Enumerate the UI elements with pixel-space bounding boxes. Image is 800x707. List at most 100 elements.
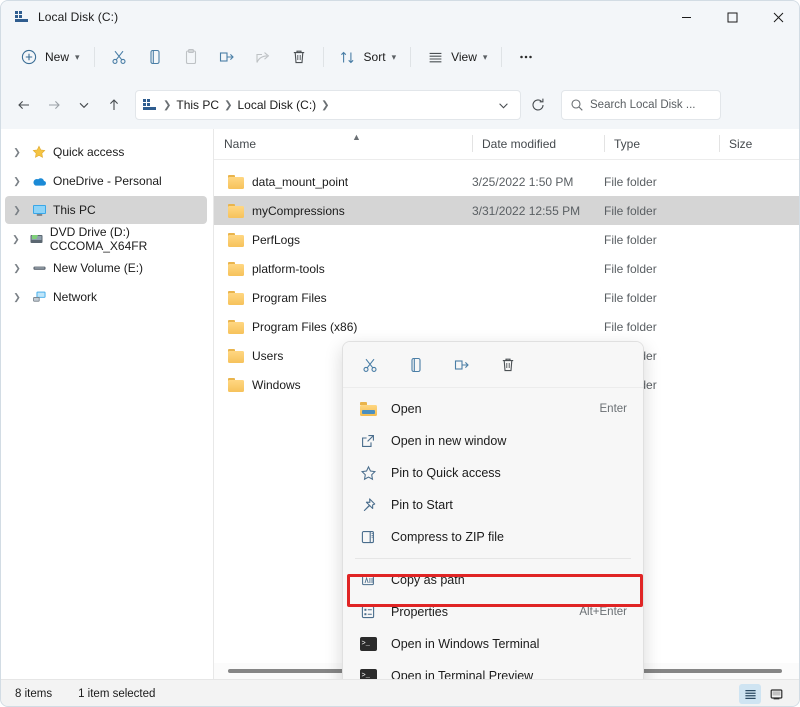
- column-header-name[interactable]: Name ▲: [214, 129, 472, 159]
- previous-locations-button[interactable]: [492, 93, 514, 117]
- table-row[interactable]: Program Files (x86) File folder: [214, 312, 799, 341]
- sort-icon: [338, 47, 358, 67]
- table-row[interactable]: platform-tools File folder: [214, 254, 799, 283]
- menu-item-accelerator: Alt+Enter: [579, 606, 627, 618]
- chevron-right-icon[interactable]: ❯: [9, 260, 25, 276]
- folder-icon: [228, 232, 244, 247]
- rename-button[interactable]: [209, 41, 245, 73]
- copy-button[interactable]: [137, 41, 173, 73]
- column-header-date-modified[interactable]: Date modified: [472, 129, 604, 159]
- chevron-right-icon[interactable]: ❯: [9, 173, 25, 189]
- file-name-cell: PerfLogs: [214, 232, 472, 247]
- pin-icon: [359, 496, 377, 514]
- file-type-cell: File folder: [604, 174, 657, 189]
- column-header-type[interactable]: Type: [604, 129, 719, 159]
- chevron-right-icon[interactable]: ❯: [9, 289, 25, 305]
- see-more-button[interactable]: [508, 41, 544, 73]
- folder-icon: [228, 203, 244, 218]
- star-outline-icon: [359, 464, 377, 482]
- context-delete-button[interactable]: [493, 350, 523, 380]
- new-button[interactable]: New ▾: [11, 41, 88, 73]
- sidebar-item-onedrive[interactable]: ❯ OneDrive - Personal: [5, 167, 207, 195]
- forward-button[interactable]: [39, 90, 69, 120]
- trash-icon: [289, 47, 309, 67]
- paste-button[interactable]: [173, 41, 209, 73]
- file-name-cell: platform-tools: [214, 261, 472, 276]
- menu-item-open[interactable]: Open Enter: [347, 393, 639, 425]
- cloud-icon: [31, 173, 47, 189]
- search-input[interactable]: Search Local Disk ...: [590, 99, 695, 111]
- status-bar: 8 items 1 item selected: [1, 679, 799, 706]
- status-selection: 1 item selected: [78, 688, 156, 700]
- sidebar-item-label: New Volume (E:): [53, 261, 144, 275]
- view-button[interactable]: View ▾: [417, 41, 495, 73]
- menu-item-open-in-new-window[interactable]: Open in new window: [347, 425, 639, 457]
- sidebar-item-dvd-drive[interactable]: ❯ DVD Drive (D:) CCCOMA_X64FR: [5, 225, 207, 253]
- column-header-label: Date modified: [482, 137, 557, 151]
- file-explorer-window: Local Disk (C:) New ▾ Sort ▾ View ▾ ❯ Th…: [0, 0, 800, 707]
- sidebar-item-network[interactable]: ❯ Network: [5, 283, 207, 311]
- folder-icon: [228, 319, 244, 334]
- star-icon: [31, 144, 47, 160]
- back-button[interactable]: [9, 90, 39, 120]
- chevron-down-icon: ▾: [75, 51, 80, 62]
- context-copy-button[interactable]: [401, 350, 431, 380]
- menu-item-label: Open: [391, 402, 422, 416]
- minimize-button[interactable]: [663, 1, 709, 33]
- refresh-button[interactable]: [523, 90, 553, 120]
- recent-locations-button[interactable]: [69, 90, 99, 120]
- table-row[interactable]: myCompressions 3/31/2022 12:55 PM File f…: [214, 196, 799, 225]
- table-row[interactable]: PerfLogs File folder: [214, 225, 799, 254]
- view-button-label: View: [451, 50, 477, 64]
- details-view-toggle[interactable]: [739, 684, 761, 704]
- table-row[interactable]: Program Files File folder: [214, 283, 799, 312]
- delete-button[interactable]: [281, 41, 317, 73]
- context-menu-items: Open Enter Open in new window Pin to Qui…: [343, 388, 643, 706]
- column-header-label: Size: [729, 137, 753, 151]
- maximize-button[interactable]: [709, 1, 755, 33]
- chevron-right-icon[interactable]: ❯: [9, 231, 23, 247]
- menu-item-pin-to-quick-access[interactable]: Pin to Quick access: [347, 457, 639, 489]
- context-cut-button[interactable]: [355, 350, 385, 380]
- menu-item-label: Copy as path: [391, 573, 465, 587]
- menu-item-pin-to-start[interactable]: Pin to Start: [347, 489, 639, 521]
- external-link-icon: [359, 432, 377, 450]
- column-header-label: Type: [614, 137, 641, 151]
- context-rename-button[interactable]: [447, 350, 477, 380]
- file-date-cell: 3/31/2022 12:55 PM: [472, 203, 581, 218]
- header-divider: [214, 159, 799, 160]
- folder-icon: [228, 290, 244, 305]
- large-icons-view-toggle[interactable]: [765, 684, 787, 704]
- chevron-right-icon[interactable]: ❯: [9, 202, 25, 218]
- search-box[interactable]: Search Local Disk ...: [561, 90, 721, 120]
- sort-button[interactable]: Sort ▾: [330, 41, 405, 73]
- drive-icon: [14, 9, 30, 25]
- navigation-pane: ❯ Quick access ❯ OneDrive - Personal ❯ T…: [1, 129, 213, 679]
- sidebar-item-new-volume[interactable]: ❯ New Volume (E:): [5, 254, 207, 282]
- share-button[interactable]: [245, 41, 281, 73]
- column-header-label: Name: [224, 137, 257, 151]
- file-name-label: myCompressions: [252, 203, 345, 218]
- folder-icon: [228, 377, 244, 392]
- network-icon: [31, 289, 47, 305]
- cut-button[interactable]: [101, 41, 137, 73]
- table-row[interactable]: data_mount_point 3/25/2022 1:50 PM File …: [214, 167, 799, 196]
- chevron-down-icon: ▾: [391, 51, 397, 62]
- up-button[interactable]: [99, 90, 129, 120]
- sidebar-item-this-pc[interactable]: ❯ This PC: [5, 196, 207, 224]
- sidebar-item-quick-access[interactable]: ❯ Quick access: [5, 138, 207, 166]
- sort-button-label: Sort: [363, 50, 386, 64]
- list-view-icon: [425, 47, 445, 67]
- sidebar-item-label: Network: [53, 290, 98, 304]
- column-header-size[interactable]: Size: [719, 129, 779, 159]
- menu-item-open-in-windows-terminal[interactable]: >_ Open in Windows Terminal: [347, 628, 639, 660]
- menu-item-properties[interactable]: Properties Alt+Enter: [347, 596, 639, 628]
- close-button[interactable]: [755, 1, 799, 33]
- chevron-right-icon[interactable]: ❯: [9, 144, 25, 160]
- paste-icon: [181, 47, 201, 67]
- breadcrumb-item-local-disk[interactable]: Local Disk (C:): [233, 98, 320, 112]
- menu-item-compress-to-zip[interactable]: Compress to ZIP file: [347, 521, 639, 553]
- breadcrumb[interactable]: ❯ This PC ❯ Local Disk (C:) ❯: [135, 90, 521, 120]
- menu-item-copy-as-path[interactable]: Copy as path: [347, 564, 639, 596]
- breadcrumb-item-this-pc[interactable]: This PC: [172, 98, 223, 112]
